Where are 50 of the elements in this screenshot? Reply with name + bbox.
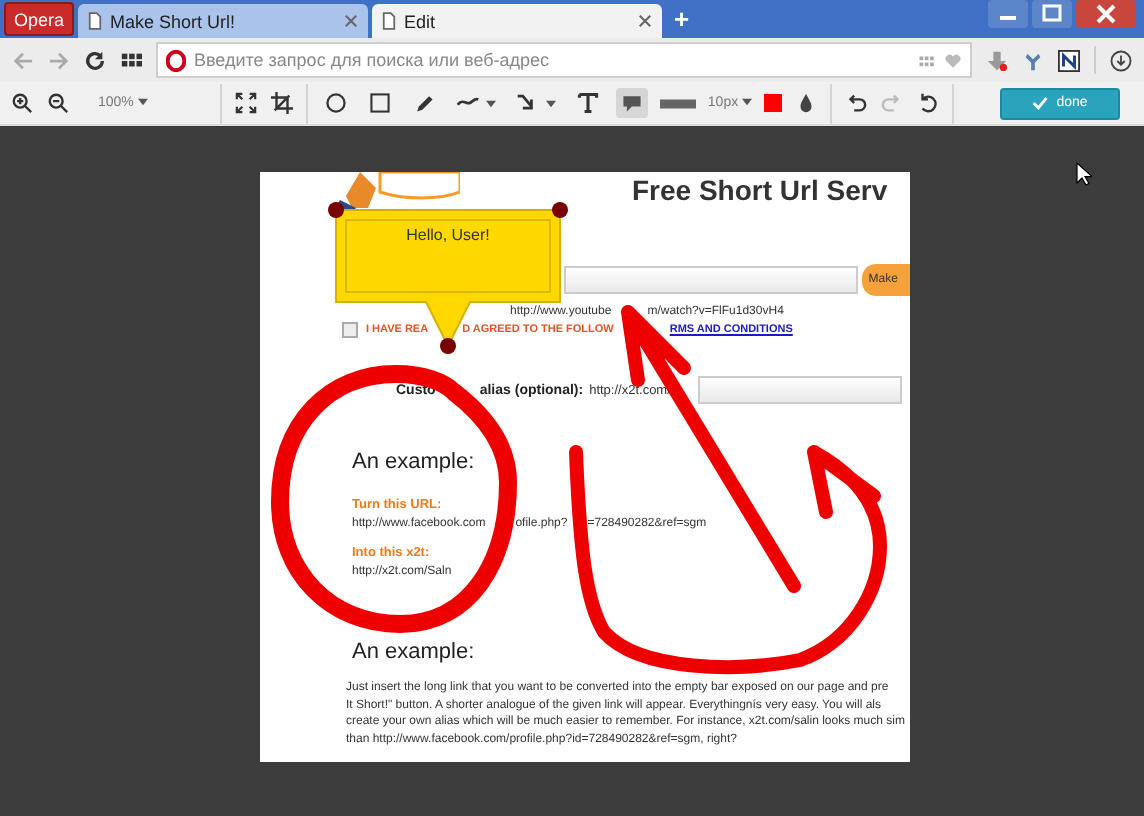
caret-icon	[742, 98, 753, 107]
text-icon	[575, 92, 600, 114]
browser-tab[interactable]: Make Short Url!	[78, 4, 369, 38]
opera-logo-icon	[166, 49, 186, 71]
close-icon[interactable]	[344, 14, 359, 28]
fit-screen-icon[interactable]	[233, 92, 258, 114]
rectangle-icon	[367, 92, 392, 114]
alias-input-field[interactable]	[698, 376, 903, 404]
section-heading: An example:	[352, 450, 477, 474]
page-icon	[382, 12, 397, 30]
line-width-icon[interactable]	[659, 97, 696, 109]
callout-text: Hello, User!	[406, 226, 490, 244]
grid-icon[interactable]	[120, 49, 142, 71]
browser-tab[interactable]: Edit	[372, 4, 663, 38]
color-swatch[interactable]	[764, 94, 783, 112]
reset-icon[interactable]	[916, 92, 941, 114]
opera-menu-button[interactable]: Opera	[4, 2, 75, 36]
minimize-icon[interactable]	[988, 0, 1028, 28]
pencil-icon	[411, 92, 436, 114]
circle-icon	[323, 92, 348, 114]
callout-icon	[619, 92, 644, 114]
figure-icon[interactable]	[1022, 49, 1044, 71]
section-heading: An example:	[352, 640, 477, 664]
reload-icon[interactable]	[84, 49, 106, 71]
page-icon	[88, 12, 103, 30]
zoom-in-icon[interactable]	[10, 92, 34, 114]
caret-icon	[485, 99, 496, 107]
maximize-icon[interactable]	[1032, 0, 1072, 28]
terms-checkbox[interactable]	[342, 322, 358, 338]
curved-arrow-annotation[interactable]	[569, 445, 887, 674]
undo-icon[interactable]	[844, 92, 869, 114]
zoom-out-icon[interactable]	[46, 92, 70, 114]
close-icon[interactable]	[1076, 0, 1136, 28]
tab-title: Make Short Url!	[110, 11, 238, 31]
address-bar[interactable]: Введите запрос для поиска или веб-адрес	[156, 42, 972, 78]
caret-icon	[545, 99, 556, 107]
page-title: Free Short Url Serv	[632, 174, 888, 206]
check-icon	[1032, 96, 1049, 110]
tab-title: Edit	[404, 11, 438, 31]
new-tab-button[interactable]: +	[666, 4, 698, 34]
download-arrow-icon[interactable]	[986, 49, 1008, 71]
n-letter-icon[interactable]	[1058, 49, 1080, 71]
caret-icon	[137, 98, 148, 107]
url-input-field[interactable]	[564, 266, 859, 294]
download-icon[interactable]	[1110, 49, 1132, 71]
close-icon[interactable]	[638, 14, 653, 28]
crop-icon[interactable]	[269, 92, 294, 114]
callout-tool-button[interactable]	[615, 88, 648, 118]
circle-annotation[interactable]	[271, 365, 517, 633]
mouse-cursor-icon	[1076, 162, 1092, 186]
